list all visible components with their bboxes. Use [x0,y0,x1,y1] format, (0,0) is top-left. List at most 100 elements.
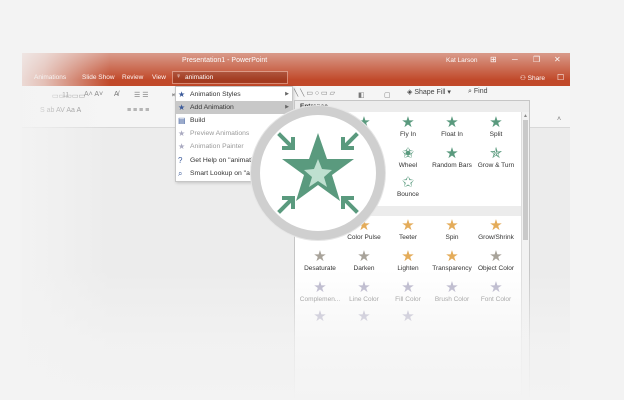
star-icon: ★ [357,308,371,325]
grow-font-icon[interactable]: A˄ A˅ [84,91,103,98]
menu-item-add-animation[interactable]: ★ Add Animation ▶ [176,101,292,114]
shape-fill-label: Shape Fill [414,89,446,96]
star-icon: ★ [489,248,503,265]
restore-icon[interactable]: ❐ [533,55,540,64]
lightbulb-icon: ♀ [176,73,182,80]
tab-review[interactable]: Review [122,74,143,81]
shape-fill-button[interactable]: ◈ Shape Fill ▾ [407,88,451,96]
star-icon: ★ [489,114,503,131]
add-animation-star-icon [277,132,359,214]
effect-brush-color[interactable]: ★ Brush Color [430,280,474,306]
effect-spin[interactable]: ★ Spin [430,218,474,244]
effect-fill-color[interactable]: ★ Fill Color [386,280,430,306]
ribbon-tabs: Animations Slide Show Review View ♀ anim… [22,70,570,86]
effect-desaturate[interactable]: ★ Desaturate [298,249,342,275]
star-icon: ★ [357,248,371,265]
chevron-right-icon: ▶ [285,104,289,110]
menu-item-label: Add Animation [190,104,234,111]
star-icon: ✯ [489,145,503,162]
effect-lighten[interactable]: ★ Lighten [386,249,430,275]
effect-bounce[interactable]: ✩ Bounce [386,175,430,201]
menu-item-label: Build [190,117,206,124]
star-icon: ★ [178,90,186,99]
find-label: Find [473,88,488,95]
tab-view[interactable]: View [152,74,166,81]
close-icon[interactable]: ✕ [554,55,561,64]
effect-line-color[interactable]: ★ Line Color [342,280,386,306]
star-icon: ✩ [401,174,415,191]
person-icon: ⚇ [520,75,528,82]
add-animation-badge [251,106,385,240]
font-color-icon[interactable]: S ab AV Aa A [40,107,81,114]
user-name[interactable]: Kat Larson [446,57,477,64]
effect-object-color[interactable]: ★ Object Color [474,249,518,275]
star-icon: ★ [489,279,503,296]
title-bar: Presentation1 - PowerPoint Kat Larson ⊞ … [22,53,570,70]
effect-teeter[interactable]: ★ Teeter [386,218,430,244]
share-button[interactable]: ⚇ Share [520,74,545,82]
star-icon: ★ [489,217,503,234]
gallery-scrollbar[interactable]: ▲ [521,112,529,399]
star-icon: ★ [313,308,327,325]
menu-item-label: Animation Painter [190,143,244,150]
effect-more-2[interactable]: ★ [342,309,386,335]
effect-transparency[interactable]: ★ Transparency [430,249,474,275]
star-icon: ★ [401,248,415,265]
star-icon: ★ [401,114,415,131]
effect-fly-in[interactable]: ★ Fly In [386,115,430,141]
star-icon: ★ [401,217,415,234]
menu-item-animation-styles[interactable]: ★ Animation Styles ▶ [176,88,292,101]
star-icon: ★ [445,145,459,162]
share-label: Share [527,75,545,82]
star-icon: ★ [313,279,327,296]
painter-icon: ★ [178,142,186,151]
search-value: animation [185,74,214,81]
effect-grow-shrink[interactable]: ★ Grow/Shrink [474,218,518,244]
star-icon: ★ [357,279,371,296]
help-icon: ? [178,156,183,165]
menu-item-label: Preview Animations [190,130,250,137]
font-size-box[interactable]: 11 [62,92,69,99]
quick-styles-icon[interactable]: ▢ [384,91,391,99]
effect-more-1[interactable]: ★ [298,309,342,335]
effect-font-color[interactable]: ★ Font Color [474,280,518,306]
chevron-right-icon: ▶ [285,91,289,97]
menu-item-label: Animation Styles [190,91,241,98]
find-button[interactable]: ⌕ Find [468,88,488,96]
effect-wheel[interactable]: ✬ Wheel [386,146,430,172]
tell-me-search-input[interactable]: ♀ animation [172,71,288,84]
collapse-ribbon-icon[interactable]: ˄ [557,116,561,123]
clear-format-icon[interactable]: A̸ [114,91,119,98]
star-icon: ★ [401,308,415,325]
window-title: Presentation1 - PowerPoint [182,57,268,64]
star-icon: ★ [445,217,459,234]
effect-complementary[interactable]: ★ Complemen... [298,280,342,306]
tab-slide-show[interactable]: Slide Show [82,74,115,81]
effect-more-3[interactable]: ★ [386,309,430,335]
shapes-gallery[interactable]: ╲ ╲ ▭ ○ ▭ ▱ [294,89,335,97]
align-icons[interactable]: ≡ ≡ ≡ ≡ [127,107,149,114]
effect-float-in[interactable]: ★ Float In [430,115,474,141]
add-animation-icon: ★ [178,103,186,112]
tab-animations[interactable]: Animations [34,74,66,81]
effect-darken[interactable]: ★ Darken [342,249,386,275]
effect-split[interactable]: ★ Split [474,115,518,141]
star-icon: ★ [445,114,459,131]
star-icon: ✬ [401,145,415,162]
preview-icon: ★ [178,129,186,138]
comment-icon[interactable]: ☐ [557,73,564,82]
effect-random-bars[interactable]: ★ Random Bars [430,146,474,172]
minimize-icon[interactable]: ─ [512,55,518,64]
star-icon: ★ [445,279,459,296]
scrollbar-thumb[interactable] [523,120,528,240]
build-icon: ▤ [178,116,186,125]
scroll-up-icon[interactable]: ▲ [523,113,528,119]
star-icon: ★ [445,248,459,265]
smart-lookup-icon: ⌕ [178,169,183,178]
star-icon: ★ [313,248,327,265]
arrange-icon[interactable]: ◧ [358,91,365,99]
bullets-icon[interactable]: ☰ ☰ [134,91,149,99]
star-icon: ★ [401,279,415,296]
effect-grow-turn[interactable]: ✯ Grow & Turn [474,146,518,172]
ribbon-display-icon[interactable]: ⊞ [490,55,497,64]
